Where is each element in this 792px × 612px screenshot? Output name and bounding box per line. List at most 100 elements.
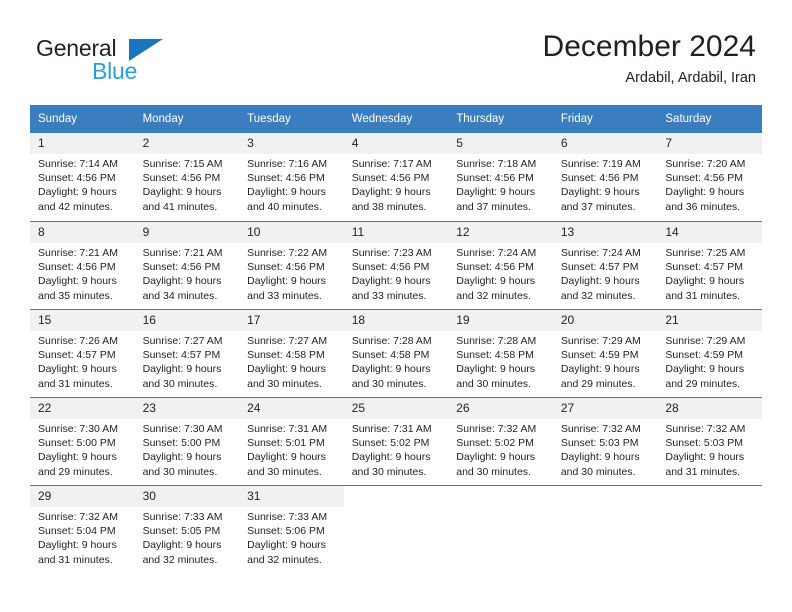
daylight-text-line2: and 29 minutes.: [665, 377, 741, 390]
calendar-week-row: 8 Sunrise: 7:21 AM Sunset: 4:56 PM Daylight…: [30, 221, 762, 309]
day-info: Sunrise: 7:32 AM Sunset: 5:04 PM Daylight:…: [30, 507, 135, 567]
calendar-day-cell[interactable]: 13 Sunrise: 7:24 AM Sunset: 4:57 PM Dayligh…: [552, 221, 658, 309]
daylight-text-line2: and 30 minutes.: [247, 465, 322, 478]
sunrise-text: Sunrise: 7:16 AM: [247, 158, 328, 170]
weekday-header-friday: Friday: [552, 105, 658, 133]
daylight-text-line1: Daylight: 9 hours: [560, 451, 640, 464]
sunset-text: Sunset: 5:00 PM: [142, 437, 221, 450]
day-number: 28: [657, 398, 762, 419]
sunrise-text: Sunrise: 7:27 AM: [247, 335, 328, 347]
day-number: 13: [552, 222, 658, 243]
daylight-text-line1: Daylight: 9 hours: [665, 186, 745, 199]
day-info: Sunrise: 7:19 AM Sunset: 4:56 PM Daylight:…: [553, 154, 658, 214]
day-number: 31: [239, 486, 344, 507]
daylight-text-line2: and 30 minutes.: [456, 465, 531, 478]
weekday-header-thursday: Thursday: [448, 105, 553, 133]
sunset-text: Sunset: 4:56 PM: [351, 261, 430, 274]
calendar-day-cell[interactable]: 27 Sunrise: 7:32 AM Sunset: 5:03 PM Dayligh…: [552, 397, 658, 485]
sunset-text: Sunset: 4:56 PM: [456, 261, 534, 274]
calendar-day-cell[interactable]: 5 Sunrise: 7:18 AM Sunset: 4:56 PM Daylight…: [448, 133, 553, 221]
calendar-day-cell[interactable]: 1 Sunrise: 7:14 AM Sunset: 4:56 PM Daylight…: [30, 133, 135, 221]
sunrise-text: Sunrise: 7:19 AM: [560, 158, 641, 170]
sunrise-text: Sunrise: 7:14 AM: [38, 158, 118, 170]
sunset-text: Sunset: 4:59 PM: [665, 349, 744, 362]
sunrise-text: Sunrise: 7:32 AM: [38, 511, 118, 523]
day-number: 5: [448, 133, 553, 154]
calendar-day-cell-empty: [552, 485, 658, 573]
sunrise-text: Sunrise: 7:28 AM: [351, 335, 432, 347]
daylight-text-line1: Daylight: 9 hours: [665, 451, 745, 464]
calendar-day-cell[interactable]: 25 Sunrise: 7:31 AM Sunset: 5:02 PM Dayligh…: [343, 397, 449, 485]
calendar-day-cell[interactable]: 8 Sunrise: 7:21 AM Sunset: 4:56 PM Daylight…: [30, 221, 135, 309]
sunset-text: Sunset: 5:06 PM: [247, 525, 325, 538]
calendar-day-cell[interactable]: 2 Sunrise: 7:15 AM Sunset: 4:56 PM Daylight…: [134, 133, 240, 221]
calendar-day-cell[interactable]: 19 Sunrise: 7:28 AM Sunset: 4:58 PM Dayligh…: [448, 309, 553, 397]
daylight-text-line2: and 33 minutes.: [351, 289, 427, 302]
daylight-text-line2: and 38 minutes.: [351, 200, 427, 213]
day-info: Sunrise: 7:29 AM Sunset: 4:59 PM Daylight:…: [553, 331, 658, 391]
daylight-text-line1: Daylight: 9 hours: [247, 186, 326, 199]
calendar-week-row: 1 Sunrise: 7:14 AM Sunset: 4:56 PM Daylight…: [30, 133, 762, 221]
calendar-day-cell[interactable]: 29 Sunrise: 7:32 AM Sunset: 5:04 PM Dayligh…: [30, 485, 135, 573]
calendar-day-cell[interactable]: 20 Sunrise: 7:29 AM Sunset: 4:59 PM Dayligh…: [552, 309, 658, 397]
sunset-text: Sunset: 4:58 PM: [456, 349, 534, 362]
day-info: Sunrise: 7:20 AM Sunset: 4:56 PM Daylight:…: [657, 154, 762, 214]
daylight-text-line1: Daylight: 9 hours: [456, 275, 536, 288]
calendar-day-cell[interactable]: 26 Sunrise: 7:32 AM Sunset: 5:02 PM Dayligh…: [448, 397, 553, 485]
calendar-day-cell[interactable]: 3 Sunrise: 7:16 AM Sunset: 4:56 PM Daylight…: [239, 133, 344, 221]
daylight-text-line1: Daylight: 9 hours: [247, 539, 326, 552]
calendar-day-cell[interactable]: 14 Sunrise: 7:25 AM Sunset: 4:57 PM Dayligh…: [657, 221, 762, 309]
day-info: Sunrise: 7:18 AM Sunset: 4:56 PM Daylight:…: [448, 154, 553, 214]
calendar-day-cell[interactable]: 31 Sunrise: 7:33 AM Sunset: 5:06 PM Dayligh…: [239, 485, 344, 573]
day-info: Sunrise: 7:33 AM Sunset: 5:06 PM Daylight:…: [239, 507, 344, 567]
calendar-day-cell[interactable]: 7 Sunrise: 7:20 AM Sunset: 4:56 PM Daylight…: [657, 133, 762, 221]
day-info: Sunrise: 7:14 AM Sunset: 4:56 PM Daylight:…: [30, 154, 135, 214]
calendar-day-cell[interactable]: 15 Sunrise: 7:26 AM Sunset: 4:57 PM Dayligh…: [30, 309, 135, 397]
calendar-day-cell[interactable]: 17 Sunrise: 7:27 AM Sunset: 4:58 PM Dayligh…: [239, 309, 344, 397]
day-number: 12: [448, 222, 553, 243]
calendar-day-cell[interactable]: 22 Sunrise: 7:30 AM Sunset: 5:00 PM Dayligh…: [30, 397, 135, 485]
calendar-day-cell[interactable]: 9 Sunrise: 7:21 AM Sunset: 4:56 PM Daylight…: [134, 221, 240, 309]
sunset-text: Sunset: 4:56 PM: [560, 172, 639, 185]
sunset-text: Sunset: 5:03 PM: [665, 437, 744, 450]
calendar-day-cell[interactable]: 24 Sunrise: 7:31 AM Sunset: 5:01 PM Dayligh…: [239, 397, 344, 485]
calendar-table: Sunday Monday Tuesday Wednesday Thursday…: [30, 105, 762, 573]
calendar-day-cell[interactable]: 16 Sunrise: 7:27 AM Sunset: 4:57 PM Dayligh…: [134, 309, 240, 397]
calendar-day-cell[interactable]: 30 Sunrise: 7:33 AM Sunset: 5:05 PM Dayligh…: [134, 485, 240, 573]
calendar-day-cell[interactable]: 10 Sunrise: 7:22 AM Sunset: 4:56 PM Dayligh…: [239, 221, 344, 309]
sunset-text: Sunset: 4:56 PM: [665, 172, 744, 185]
calendar-day-cell[interactable]: 21 Sunrise: 7:29 AM Sunset: 4:59 PM Dayligh…: [657, 309, 762, 397]
weekday-header-tuesday: Tuesday: [239, 105, 344, 133]
day-info: Sunrise: 7:27 AM Sunset: 4:57 PM Daylight:…: [135, 331, 240, 391]
calendar-week-row: 22 Sunrise: 7:30 AM Sunset: 5:00 PM Dayligh…: [30, 397, 762, 485]
daylight-text-line1: Daylight: 9 hours: [142, 275, 222, 288]
day-info: Sunrise: 7:32 AM Sunset: 5:02 PM Daylight:…: [448, 419, 553, 479]
sunset-text: Sunset: 5:02 PM: [351, 437, 430, 450]
day-number: 21: [657, 310, 762, 331]
daylight-text-line2: and 31 minutes.: [665, 465, 741, 478]
sunrise-text: Sunrise: 7:32 AM: [456, 423, 537, 435]
daylight-text-line1: Daylight: 9 hours: [38, 275, 117, 288]
calendar-day-cell[interactable]: 4 Sunrise: 7:17 AM Sunset: 4:56 PM Daylight…: [343, 133, 449, 221]
daylight-text-line2: and 30 minutes.: [351, 465, 427, 478]
sunrise-text: Sunrise: 7:21 AM: [38, 247, 118, 259]
calendar-day-cell[interactable]: 18 Sunrise: 7:28 AM Sunset: 4:58 PM Dayligh…: [343, 309, 449, 397]
sunset-text: Sunset: 5:02 PM: [456, 437, 534, 450]
calendar-day-cell[interactable]: 6 Sunrise: 7:19 AM Sunset: 4:56 PM Daylight…: [552, 133, 658, 221]
day-info: Sunrise: 7:15 AM Sunset: 4:56 PM Daylight:…: [135, 154, 240, 214]
day-number: 18: [343, 310, 449, 331]
day-info: Sunrise: 7:28 AM Sunset: 4:58 PM Daylight:…: [448, 331, 553, 391]
daylight-text-line2: and 31 minutes.: [38, 553, 113, 566]
calendar-page: General Blue December 2024 Ardabil, Arda…: [0, 0, 792, 612]
daylight-text-line1: Daylight: 9 hours: [351, 363, 431, 376]
daylight-text-line1: Daylight: 9 hours: [142, 539, 222, 552]
day-number: 11: [343, 222, 449, 243]
day-info: Sunrise: 7:25 AM Sunset: 4:57 PM Daylight:…: [657, 243, 762, 303]
calendar-day-cell[interactable]: 23 Sunrise: 7:30 AM Sunset: 5:00 PM Dayligh…: [134, 397, 240, 485]
day-number: 20: [552, 310, 658, 331]
day-info: Sunrise: 7:16 AM Sunset: 4:56 PM Daylight:…: [239, 154, 344, 214]
calendar-day-cell[interactable]: 12 Sunrise: 7:24 AM Sunset: 4:56 PM Dayligh…: [448, 221, 553, 309]
day-number: 30: [134, 486, 240, 507]
calendar-day-cell[interactable]: 28 Sunrise: 7:32 AM Sunset: 5:03 PM Dayligh…: [657, 397, 762, 485]
calendar-day-cell[interactable]: 11 Sunrise: 7:23 AM Sunset: 4:56 PM Dayligh…: [343, 221, 449, 309]
